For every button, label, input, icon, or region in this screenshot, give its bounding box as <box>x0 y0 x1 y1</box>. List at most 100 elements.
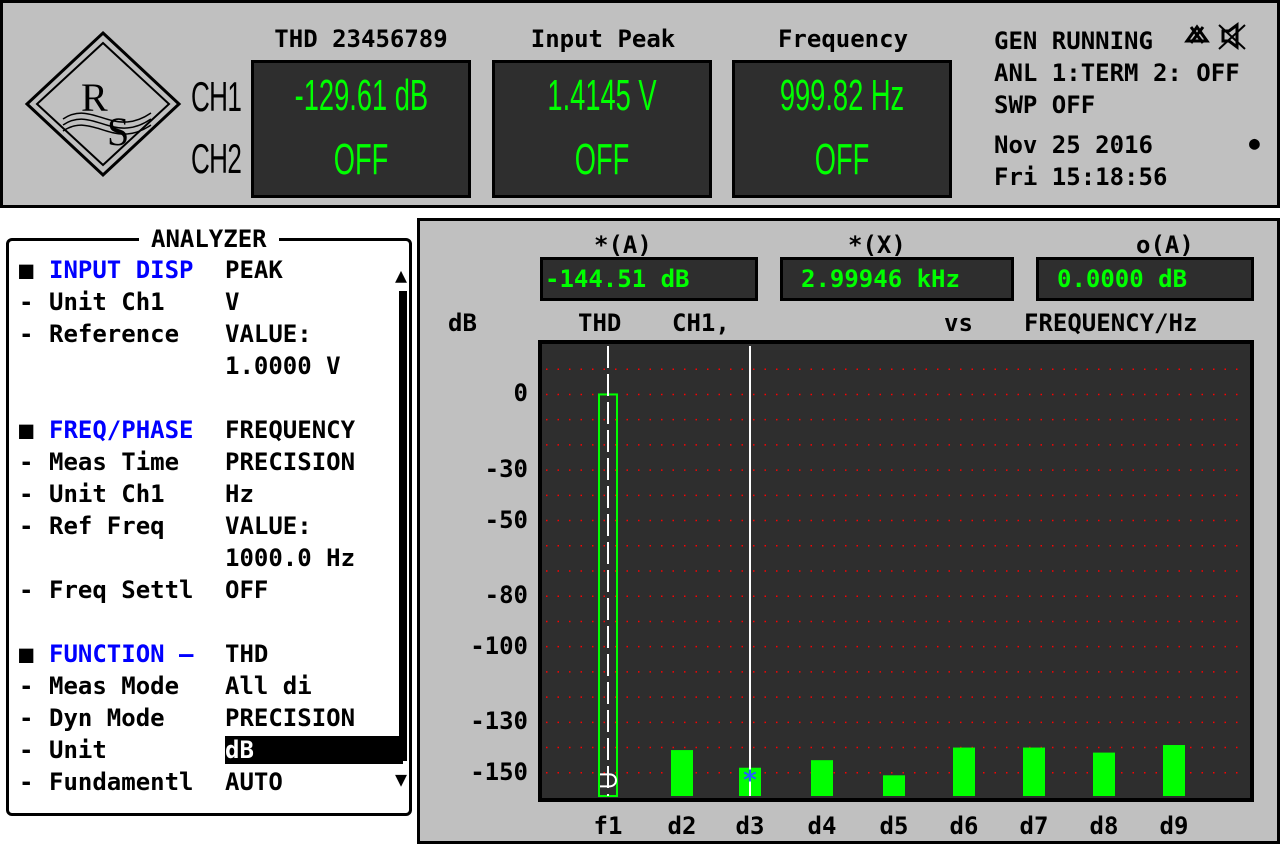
cursor-a-label: *(A) <box>594 231 652 259</box>
setting-value[interactable]: THD <box>225 640 268 668</box>
frequency-ch1-value: 999.82 Hz <box>779 71 905 120</box>
disk-icon: ● <box>1249 133 1260 154</box>
scroll-up-icon[interactable]: ▲ <box>395 263 407 287</box>
cursor-x-value[interactable]: 2.99946 kHz <box>780 257 1014 301</box>
row-bullet: - <box>19 736 34 764</box>
setting-name: Freq Settl <box>49 576 194 604</box>
swp-status: SWP OFF <box>994 91 1096 119</box>
svg-text:R: R <box>81 75 108 120</box>
row-bullet: - <box>19 672 34 700</box>
status-header: R S CH1 CH2 THD 23456789 Input Peak Freq… <box>0 0 1280 208</box>
thd-column-title: THD 23456789 <box>274 25 448 53</box>
bar-d9 <box>1163 745 1185 796</box>
thd-bar-chart[interactable]: f1 d2 d3 d4 d5 d6 d7 d8 d9 * <box>538 340 1254 840</box>
section-heading: FUNCTION — <box>49 640 194 668</box>
setting-value[interactable]: VALUE: <box>225 320 312 348</box>
x-tick-label: f1 <box>594 812 623 840</box>
bar-d5 <box>883 775 905 796</box>
row-bullet: - <box>19 448 34 476</box>
x-tick-label: d4 <box>808 812 837 840</box>
setting-value[interactable]: PRECISION <box>225 448 355 476</box>
x-tick-label: d2 <box>668 812 697 840</box>
row-bullet: - <box>19 768 34 796</box>
graph-unit-label: dB <box>448 309 477 337</box>
frequency-column-title: Frequency <box>777 25 909 53</box>
setting-value[interactable]: All di <box>225 672 312 700</box>
setting-value[interactable]: V <box>225 288 239 316</box>
ch1-label: CH1 <box>191 73 242 120</box>
cursor-oa-label: o(A) <box>1136 231 1194 259</box>
mute-icons <box>1184 22 1246 50</box>
setting-value[interactable]: VALUE: <box>225 512 312 540</box>
setting-name: Ref Freq <box>49 512 165 540</box>
input-peak-readout[interactable]: 1.4145 V OFF <box>492 60 712 198</box>
date-display: Nov 25 2016 <box>994 131 1153 159</box>
anl-status: ANL 1:TERM 2: OFF <box>994 59 1240 87</box>
bar-d8 <box>1093 752 1115 796</box>
graph-func-label: THD <box>578 309 622 337</box>
row-bullet: - <box>19 704 34 732</box>
analyzer-scrollbar[interactable]: ▲ ▼ <box>395 263 409 791</box>
y-tick-label: -100 <box>470 631 528 660</box>
y-tick-label: -30 <box>484 455 528 484</box>
thd-readout[interactable]: -129.61 dB OFF <box>251 60 471 198</box>
x-tick-label: d7 <box>1020 812 1049 840</box>
row-bullet: - <box>19 512 34 540</box>
setting-name: Unit Ch1 <box>49 480 165 508</box>
rs-logo-icon: R S <box>24 30 182 178</box>
setting-value[interactable]: OFF <box>225 576 268 604</box>
graph-channel-label: CH1, <box>672 309 730 337</box>
x-tick-label: d8 <box>1090 812 1119 840</box>
section-bullet-icon: ■ <box>19 640 34 668</box>
frequency-readout[interactable]: 999.82 Hz OFF <box>732 60 952 198</box>
y-tick-label: -130 <box>470 707 528 736</box>
setting-value[interactable]: Hz <box>225 480 254 508</box>
analyzer-title: ANALYZER <box>139 225 279 253</box>
setting-value[interactable]: 1000.0 Hz <box>225 544 355 572</box>
section-bullet-icon: ■ <box>19 256 34 284</box>
x-tick-label: d6 <box>950 812 979 840</box>
setting-value[interactable]: FREQUENCY <box>225 416 355 444</box>
thd-ch1-value: -129.61 dB <box>294 71 429 120</box>
ch2-label: CH2 <box>191 135 242 182</box>
setting-name: Meas Mode <box>49 672 180 700</box>
cursor-oa-value[interactable]: 0.0000 dB <box>1036 257 1254 301</box>
section-heading: INPUT DISP <box>49 256 194 284</box>
graph-xaxis-label: FREQUENCY/Hz <box>1024 309 1198 337</box>
setting-name: Reference <box>49 320 180 348</box>
bar-d4 <box>811 760 833 796</box>
scroll-thumb[interactable] <box>399 291 407 761</box>
setting-name: Meas Time <box>49 448 180 476</box>
setting-name: Unit Ch1 <box>49 288 165 316</box>
setting-value[interactable]: AUTO <box>225 768 283 796</box>
cursor-a-value[interactable]: -144.51 dB <box>540 257 758 301</box>
row-bullet: - <box>19 288 34 316</box>
thd-ch2-value: OFF <box>333 135 389 184</box>
y-tick-label: -80 <box>484 581 528 610</box>
bar-d6 <box>953 747 975 796</box>
row-bullet: - <box>19 576 34 604</box>
bar-d2 <box>671 750 693 796</box>
svg-text:S: S <box>107 109 129 154</box>
gen-status: GEN RUNNING <box>994 27 1153 55</box>
x-tick-label: d3 <box>736 812 765 840</box>
setting-value[interactable]: 1.0000 V <box>225 352 341 380</box>
y-tick-label: -50 <box>484 505 528 534</box>
input-peak-ch1-value: 1.4145 V <box>547 71 657 120</box>
x-tick-label: d9 <box>1160 812 1189 840</box>
row-bullet: - <box>19 320 34 348</box>
bar-d7 <box>1023 747 1045 796</box>
setting-value-selected[interactable]: dB <box>225 736 403 764</box>
section-heading: FREQ/PHASE <box>49 416 194 444</box>
input-peak-ch2-value: OFF <box>574 135 630 184</box>
time-display: Fri 15:18:56 <box>994 163 1168 191</box>
setting-name: Fundamentl <box>49 768 194 796</box>
section-bullet-icon: ■ <box>19 416 34 444</box>
setting-name: Dyn Mode <box>49 704 165 732</box>
analyzer-panel: ANALYZER ■ INPUT DISP PEAK - Unit Ch1 V - Refer… <box>6 225 412 816</box>
setting-value[interactable]: PRECISION <box>225 704 355 732</box>
x-tick-label: d5 <box>880 812 909 840</box>
setting-value[interactable]: PEAK <box>225 256 283 284</box>
scroll-down-icon[interactable]: ▼ <box>395 767 407 791</box>
setting-name: Unit <box>49 736 107 764</box>
